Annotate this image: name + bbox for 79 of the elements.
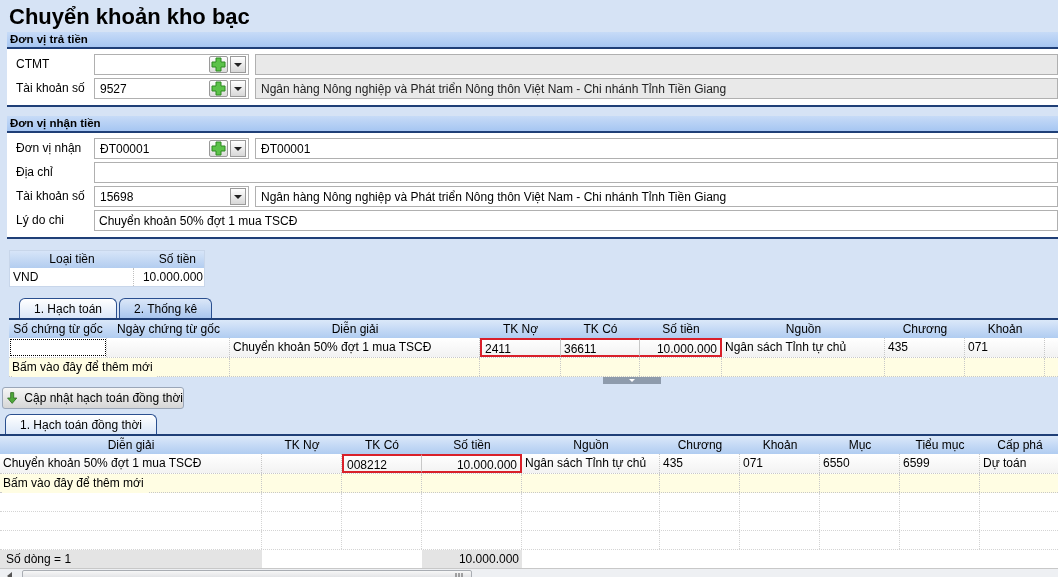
table-cell: 071 xyxy=(965,338,1045,357)
caret-icon xyxy=(234,86,242,91)
column-header: Khoản xyxy=(986,321,1024,338)
combo-field[interactable] xyxy=(94,54,249,75)
section-title: Đơn vị nhận tiền xyxy=(10,115,101,132)
column-header: Số tiền xyxy=(661,321,701,338)
table-cell: Chuyển khoản 50% đợt 1 mua TSCĐ xyxy=(230,338,480,357)
column-header: Nguồn xyxy=(572,437,610,454)
column-header: Chương xyxy=(676,437,724,454)
update-button[interactable]: Cập nhật hạch toán đồng thời xyxy=(2,387,184,409)
column-header: Số tiền xyxy=(157,251,197,268)
column-header: Tiểu mục xyxy=(914,437,966,454)
tab[interactable]: 2. Thống kê xyxy=(119,298,213,318)
column-header: Ngày chứng từ gốc xyxy=(116,321,221,338)
column-header: Mục xyxy=(847,437,873,454)
text-field[interactable] xyxy=(94,162,1058,183)
table-cell: 071 xyxy=(740,454,820,473)
combo-field[interactable]: ĐT00001 xyxy=(94,138,249,159)
add-button[interactable] xyxy=(209,140,228,157)
plus-icon xyxy=(211,81,226,96)
caret-icon xyxy=(234,146,242,151)
row-count: Số dòng = 1 xyxy=(6,552,72,566)
name-field[interactable]: Ngân hàng Nông nghiệp và Phát triển Nông thôn Việt Nam - Chi nhánh Tỉnh Tiền Giang xyxy=(255,186,1058,207)
column-header: TK Nợ xyxy=(283,437,321,454)
name-field: Ngân hàng Nông nghiệp và Phát triển Nông thôn Việt Nam - Chi nhánh Tỉnh Tiền Giang xyxy=(255,78,1058,99)
column-header: Loại tiền xyxy=(48,251,96,268)
name-field[interactable]: ĐT00001 xyxy=(255,138,1058,159)
table-cell: Chuyển khoản 50% đợt 1 mua TSCĐ xyxy=(0,454,262,473)
column-header: Nguồn xyxy=(784,321,823,338)
column-header: TK Nợ xyxy=(501,321,540,338)
column-header: TK Có xyxy=(582,321,619,338)
column-header: Cấp phá xyxy=(996,437,1044,454)
splitter-handle xyxy=(603,377,661,384)
caret-icon xyxy=(234,62,242,67)
tab[interactable]: 1. Hạch toán xyxy=(19,298,118,318)
add-row-link[interactable]: Bấm vào đây để thêm mới xyxy=(12,358,157,377)
add-button[interactable] xyxy=(209,80,228,97)
add-button[interactable] xyxy=(209,56,228,73)
table-cell: Ngân sách Tỉnh tự chủ xyxy=(722,338,885,357)
add-row-link[interactable]: Bấm vào đây để thêm mới xyxy=(3,474,148,493)
column-header: Diễn giải xyxy=(330,320,380,338)
combo-field[interactable]: 15698 xyxy=(94,186,249,207)
caret-icon xyxy=(234,194,242,199)
table-cell: 6599 xyxy=(900,454,980,473)
field-label: CTMT xyxy=(16,57,50,71)
column-header: Chương xyxy=(901,321,949,338)
arrow-down-icon xyxy=(6,390,19,406)
dropdown-button[interactable] xyxy=(230,56,246,73)
plus-icon xyxy=(211,141,226,156)
dropdown-button[interactable] xyxy=(230,188,246,205)
dropdown-button[interactable] xyxy=(230,140,246,157)
combo-field[interactable]: 9527 xyxy=(94,78,249,99)
table-cell: 6550 xyxy=(820,454,900,473)
text-field[interactable]: Chuyển khoản 50% đợt 1 mua TSCĐ xyxy=(94,210,1058,231)
table-cell: VND xyxy=(10,268,134,286)
table-cell: 2411 xyxy=(480,338,561,357)
field-label: Địa chỉ xyxy=(16,165,53,179)
table-cell-text: 10.000.000 xyxy=(141,269,204,286)
table-cell: Ngân sách Tỉnh tự chủ xyxy=(522,454,660,473)
column-header: Số tiền xyxy=(452,437,492,454)
column-header: Khoản xyxy=(761,437,799,454)
table-cell: 10.000.000 xyxy=(422,454,522,473)
column-header: Diễn giải xyxy=(106,436,156,454)
table-cell: 008212 xyxy=(342,454,422,473)
column-header: TK Có xyxy=(364,437,400,454)
tab[interactable]: 1. Hạch toán đồng thời xyxy=(5,414,157,434)
section-title: Đơn vị trả tiền xyxy=(10,31,88,48)
table-cell: Dự toán xyxy=(980,454,1058,473)
field-label: Tài khoản số xyxy=(16,81,85,95)
field-label: Đơn vị nhận xyxy=(16,141,82,155)
column-header: Số chứng từ gốc xyxy=(12,321,104,338)
plus-icon xyxy=(211,57,226,72)
page-title: Chuyển khoản kho bạc xyxy=(9,3,251,31)
field-label: Lý do chi xyxy=(16,213,65,227)
dropdown-button[interactable] xyxy=(230,80,246,97)
table-cell: 435 xyxy=(885,338,965,357)
table-cell: 435 xyxy=(660,454,740,473)
total-amount: 10.000.000 xyxy=(458,552,519,566)
field-label: Tài khoản số xyxy=(16,189,85,203)
